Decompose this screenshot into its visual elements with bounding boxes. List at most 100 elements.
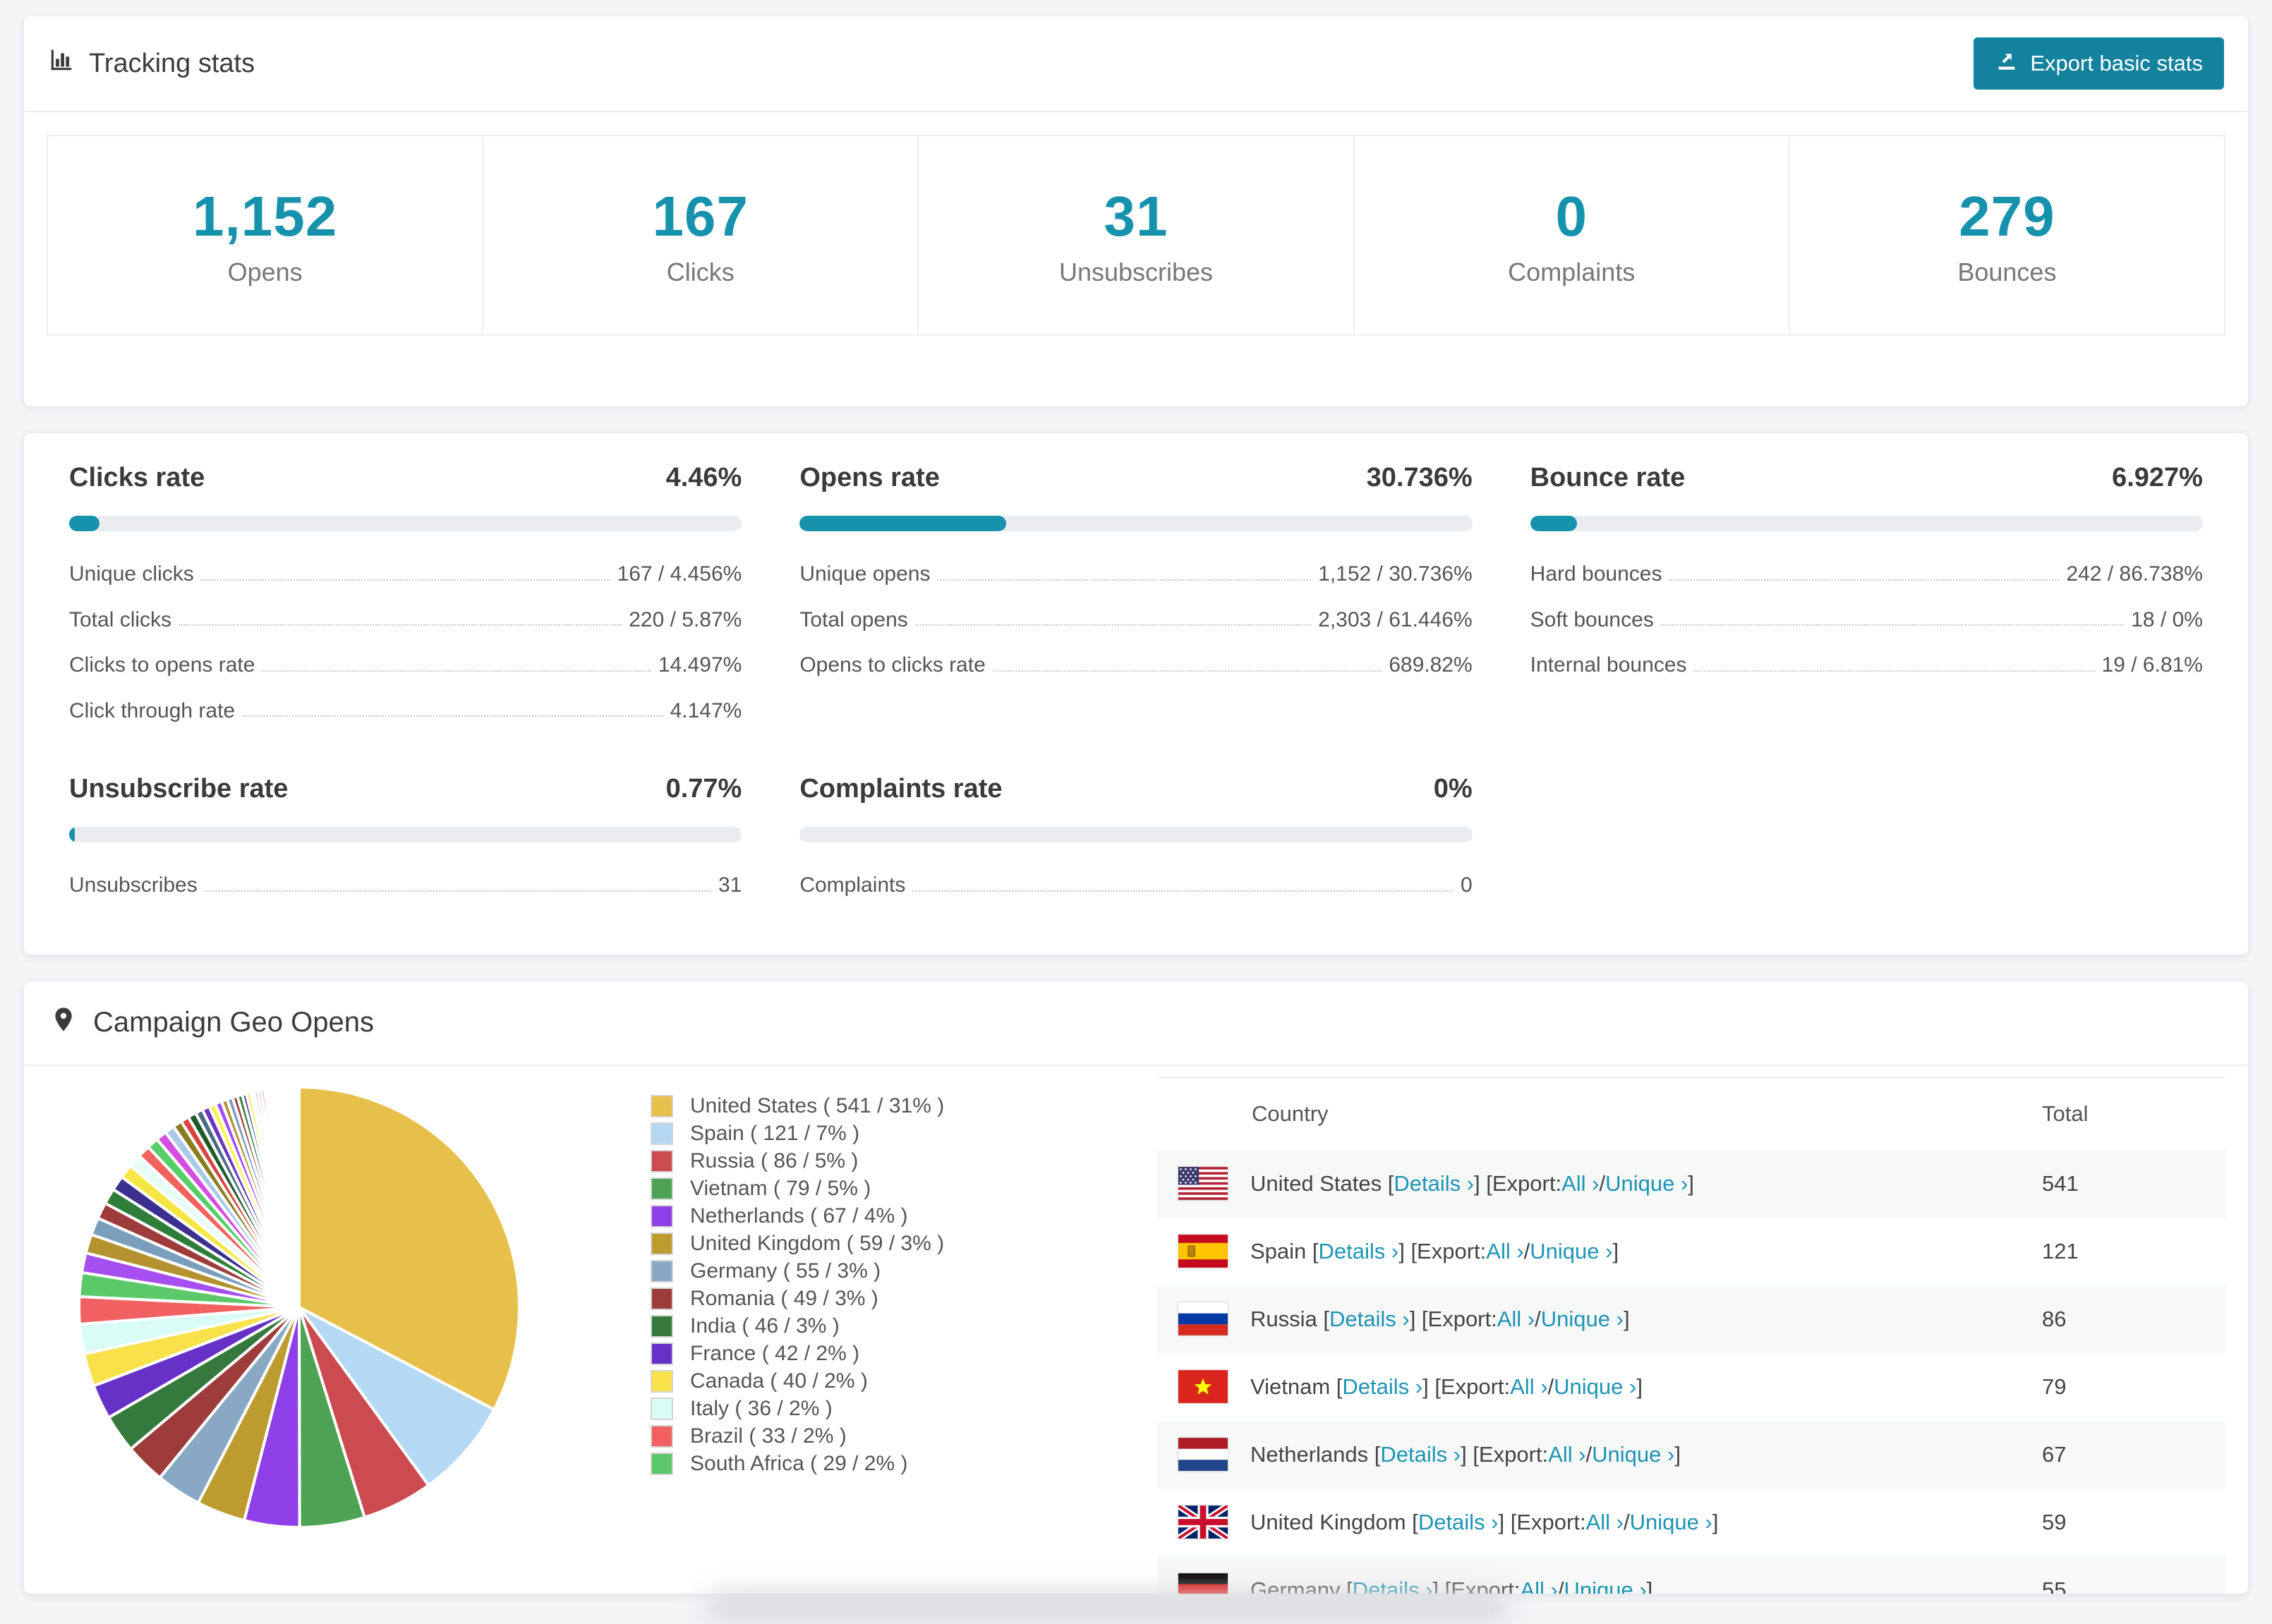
export-all-link[interactable]: All › — [1510, 1374, 1547, 1400]
rate-detail-value: 19 / 6.81% — [2101, 653, 2203, 677]
export-unique-link[interactable]: Unique › — [1564, 1577, 1646, 1594]
rate-value: 0% — [1433, 774, 1473, 804]
export-prefix: ] [Export: — [1422, 1374, 1511, 1399]
legend-item-united-kingdom: United Kingdom ( 59 / 3% ) — [651, 1232, 1074, 1256]
export-unique-link[interactable]: Unique › — [1554, 1374, 1636, 1400]
flag-icon-nl — [1178, 1438, 1228, 1471]
flag-icon-ru — [1178, 1302, 1228, 1335]
export-unique-link[interactable]: Unique › — [1541, 1307, 1624, 1332]
rate-detail-value: 1,152 / 30.736% — [1318, 562, 1473, 586]
export-all-link[interactable]: All › — [1497, 1307, 1535, 1332]
rate-value: 0.77% — [665, 774, 742, 804]
details-link[interactable]: Details › — [1342, 1374, 1422, 1400]
export-all-link[interactable]: All › — [1561, 1171, 1599, 1196]
export-all-link[interactable]: All › — [1486, 1239, 1523, 1264]
legend-item-south-africa: South Africa ( 29 / 2% ) — [651, 1452, 1074, 1476]
export-basic-stats-button[interactable]: Export basic stats — [1974, 37, 2224, 90]
rate-detail-label: Unique clicks — [69, 562, 194, 586]
flag-icon-us — [1178, 1167, 1228, 1200]
legend-label: United Kingdom ( 59 / 3% ) — [690, 1231, 945, 1255]
stat-label: Clicks — [666, 257, 735, 286]
dotted-leader — [1660, 624, 2125, 626]
rate-value: 4.46% — [665, 463, 742, 492]
rate-value: 6.927% — [2112, 463, 2203, 492]
export-all-link[interactable]: All › — [1520, 1577, 1557, 1594]
legend-swatch — [651, 1122, 673, 1145]
page-title: Tracking stats — [89, 48, 255, 78]
legend-item-italy: Italy ( 36 / 2% ) — [651, 1397, 1074, 1421]
link-separator: / — [1523, 1238, 1530, 1264]
rate-detail-label: Soft bounces — [1530, 607, 1654, 631]
progress-bar-fill — [799, 516, 1007, 531]
export-all-link[interactable]: All › — [1548, 1442, 1585, 1467]
country-name: Netherlands [ — [1250, 1441, 1381, 1467]
geo-opens-table: Country Total United States [Details ›] … — [1157, 1077, 2225, 1594]
rate-title: Bounce rate — [1530, 463, 1686, 492]
rate-value: 30.736% — [1366, 463, 1473, 492]
rate-detail-label: Hard bounces — [1530, 562, 1662, 586]
stat-label: Opens — [227, 257, 303, 286]
stat-value: 31 — [1104, 184, 1168, 248]
rate-detail-label: Click through rate — [69, 698, 236, 722]
bracket-close: ] — [1636, 1374, 1643, 1399]
details-link[interactable]: Details › — [1380, 1442, 1461, 1467]
rate-detail-label: Opens to clicks rate — [799, 653, 986, 677]
legend-swatch — [651, 1149, 673, 1172]
legend-item-germany: Germany ( 55 / 3% ) — [651, 1259, 1074, 1283]
legend-swatch — [651, 1424, 673, 1448]
legend-label: Canada ( 40 / 2% ) — [690, 1369, 868, 1393]
rate-detail-value: 167 / 4.456% — [617, 562, 742, 586]
legend-label: Romania ( 49 / 3% ) — [690, 1286, 878, 1310]
unsubscribe-rate-progress-bar — [69, 827, 742, 842]
details-link[interactable]: Details › — [1319, 1239, 1399, 1264]
legend-item-india: India ( 46 / 3% ) — [651, 1314, 1074, 1338]
rate-detail-label: Unsubscribes — [69, 873, 198, 897]
table-row-spain: Spain [Details ›] [Export: All › / Uniqu… — [1157, 1218, 2225, 1285]
progress-bar-fill — [69, 516, 99, 531]
rate-detail-row: Clicks to opens rate 14.497% — [69, 653, 742, 678]
rates-card: Clicks rate 4.46% Unique clicks 167 / 4.456… — [23, 432, 2249, 955]
section-title: Campaign Geo Opens — [93, 1007, 375, 1038]
total-cell: 86 — [2042, 1306, 2067, 1331]
details-link[interactable]: Details › — [1329, 1307, 1410, 1332]
legend-label: India ( 46 / 3% ) — [690, 1314, 840, 1338]
legend-item-canada: Canada ( 40 / 2% ) — [651, 1369, 1074, 1393]
campaign-geo-opens-header: Campaign Geo Opens — [24, 981, 2248, 1066]
campaign-geo-opens-card: Campaign Geo Opens United States ( 541 /… — [23, 980, 2249, 1594]
rate-detail-label: Total opens — [799, 607, 908, 631]
legend-swatch — [651, 1314, 673, 1338]
bounce-rate-progress-bar — [1530, 516, 2203, 531]
legend-swatch — [651, 1452, 673, 1475]
table-row-united-states: United States [Details ›] [Export: All ›… — [1157, 1149, 2225, 1218]
dashboard-page: Tracking stats Export basic stats 1,152 O… — [0, 0, 2272, 1624]
rate-detail-row: Unsubscribes 31 — [69, 873, 742, 898]
rate-detail-row: Hard bounces 242 / 86.738% — [1530, 562, 2203, 587]
pie-chart-svg — [78, 1085, 521, 1529]
rate-detail-row: Total clicks 220 / 5.87% — [69, 608, 742, 633]
legend-swatch — [651, 1094, 673, 1117]
export-unique-link[interactable]: Unique › — [1605, 1171, 1688, 1196]
column-header-country: Country — [1252, 1101, 1329, 1126]
details-link[interactable]: Details › — [1394, 1171, 1474, 1196]
progress-bar-fill — [69, 827, 75, 842]
page-bottom-shadow — [706, 1592, 1510, 1624]
export-all-link[interactable]: All › — [1586, 1510, 1624, 1535]
tracking-stats-header: Tracking stats Export basic stats — [24, 16, 2248, 112]
export-unique-link[interactable]: Unique › — [1630, 1510, 1712, 1535]
table-row-vietnam: Vietnam [Details ›] [Export: All › / Uni… — [1157, 1353, 2225, 1421]
rate-block-unsubscribe-rate: Unsubscribe rate 0.77% Unsubscribes 31 — [69, 774, 742, 898]
opens-rate-progress-bar — [799, 516, 1473, 531]
rate-detail-row: Complaints 0 — [799, 873, 1472, 898]
total-cell: 541 — [2042, 1170, 2079, 1196]
geo-pie-chart — [66, 1066, 546, 1594]
dotted-leader — [1693, 669, 2095, 672]
export-unique-link[interactable]: Unique › — [1592, 1442, 1674, 1467]
details-link[interactable]: Details › — [1418, 1510, 1499, 1535]
tracking-stats-title-group: Tracking stats — [48, 47, 255, 80]
bracket-close: ] — [1646, 1577, 1653, 1594]
rate-block-header: Complaints rate 0% — [799, 774, 1472, 804]
geo-content: United States ( 541 / 31% ) Spain ( 121 /… — [24, 1066, 2248, 1594]
export-button-label: Export basic stats — [2030, 51, 2203, 75]
country-name: United States [ — [1250, 1170, 1394, 1196]
export-unique-link[interactable]: Unique › — [1530, 1239, 1612, 1264]
